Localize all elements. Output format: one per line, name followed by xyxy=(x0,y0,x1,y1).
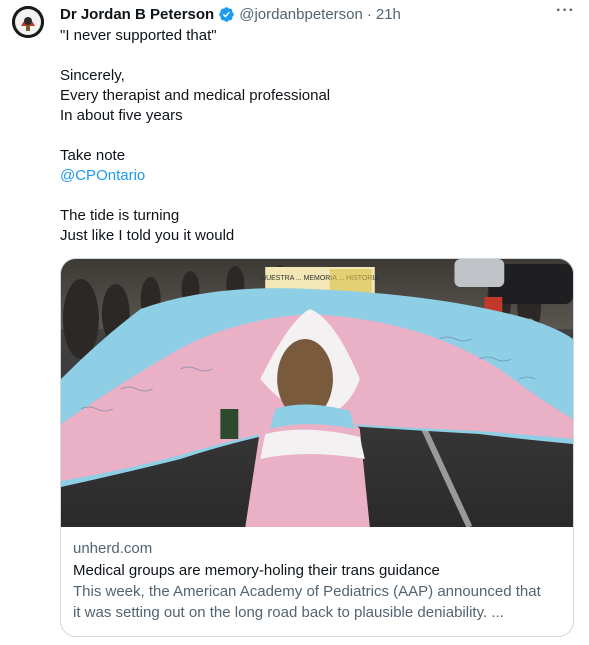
card-description-line: it was setting out on the long road back… xyxy=(73,604,504,621)
verified-badge-icon xyxy=(219,6,234,22)
card-description: This week, the American Academy of Pedia… xyxy=(73,581,561,623)
tweet-text: "I never supported that" Sincerely, Ever… xyxy=(60,26,570,246)
separator: · xyxy=(366,5,372,23)
tweet-timestamp[interactable]: 21h xyxy=(376,6,401,23)
card-domain: unherd.com xyxy=(73,540,153,557)
tweet-line: Take note xyxy=(60,147,126,164)
tweet-line: Just like I told you it would xyxy=(60,227,235,244)
more-horizontal-icon[interactable]: ··· xyxy=(556,2,575,20)
author-avatar[interactable] xyxy=(12,6,44,38)
card-description-line: This week, the American Academy of Pedia… xyxy=(73,583,541,600)
tweet-line: In about five years xyxy=(60,107,183,124)
author-handle[interactable]: @jordanbpeterson xyxy=(239,6,363,23)
tweet-line: Sincerely, xyxy=(60,67,125,84)
tweet-line: "I never supported that" xyxy=(60,27,217,44)
author-name[interactable]: Dr Jordan B Peterson xyxy=(60,6,214,23)
link-preview-card[interactable]: NUESTRA ... MEMORIA ... HISTORIA unherd.… xyxy=(60,258,574,637)
avatar-image xyxy=(12,6,44,38)
card-title: Medical groups are memory-holing their t… xyxy=(73,562,440,579)
tweet-line: The tide is turning xyxy=(60,207,180,224)
tweet-header: Dr Jordan B Peterson @jordanbpeterson · … xyxy=(60,2,575,24)
mention-link[interactable]: @CPOntario xyxy=(60,167,145,184)
tweet-line: Every therapist and medical professional xyxy=(60,87,331,104)
card-image: NUESTRA ... MEMORIA ... HISTORIA xyxy=(61,259,573,527)
